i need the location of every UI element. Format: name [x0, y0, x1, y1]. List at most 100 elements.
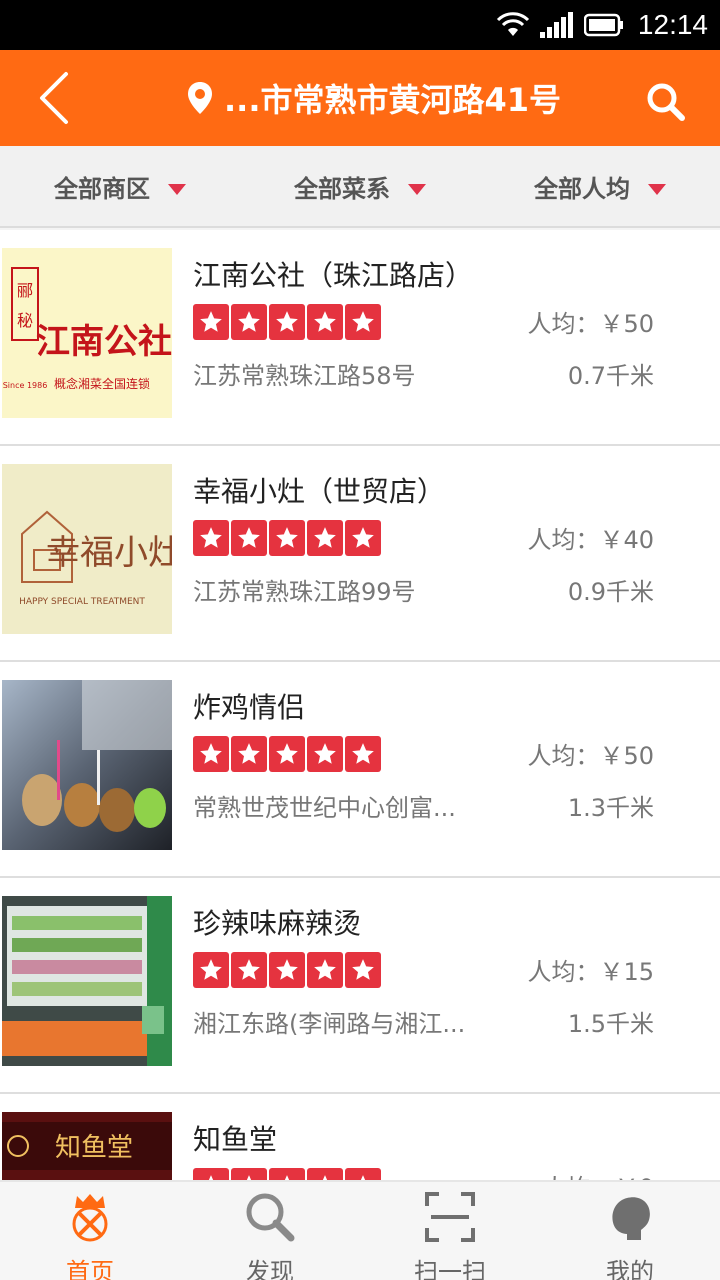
- restaurant-address: 湘江东路(李闸路与湘江...: [193, 1010, 466, 1038]
- tab-label: 扫一扫: [414, 1258, 486, 1280]
- rating-stars: [193, 1168, 381, 1180]
- restaurant-distance: 1.5千米: [567, 1010, 654, 1038]
- clock-text: 12:14: [637, 9, 708, 40]
- logo-text: 江南公社: [36, 322, 172, 362]
- top-app-bar: ...市常熟市黄河路41号: [0, 50, 720, 146]
- star-icon: [269, 736, 305, 772]
- star-icon: [345, 520, 381, 556]
- restaurant-item[interactable]: 幸福小灶 HAPPY SPECIAL TREATMENT 幸福小灶（世贸店） 人…: [0, 446, 720, 662]
- star-icon: [269, 1168, 305, 1180]
- restaurant-logo: 知鱼堂: [2, 1112, 172, 1180]
- star-icon: [193, 952, 229, 988]
- restaurant-item[interactable]: 郦 秘 江南公社 概念湘菜全国连锁 Since 1986 江南公社（珠江路店） …: [0, 230, 720, 446]
- star-icon: [345, 304, 381, 340]
- tab-home[interactable]: 首页: [0, 1182, 180, 1280]
- svg-text:概念湘菜全国连锁: 概念湘菜全国连锁: [54, 376, 150, 391]
- restaurant-address: 常熟世茂世纪中心创富...: [193, 794, 456, 822]
- scan-frame-icon: [422, 1190, 478, 1244]
- back-arrow-icon[interactable]: [28, 68, 88, 128]
- filter-label: 全部菜系: [294, 174, 390, 203]
- star-icon: [307, 520, 343, 556]
- star-icon: [193, 736, 229, 772]
- svg-text:HAPPY SPECIAL TREATMENT: HAPPY SPECIAL TREATMENT: [19, 597, 145, 607]
- price-per-person: 人均：￥50: [527, 742, 654, 770]
- tab-label: 发现: [246, 1258, 294, 1280]
- star-icon: [345, 736, 381, 772]
- price-per-person: 人均：￥50: [527, 310, 654, 338]
- price-per-person: 人均：￥40: [527, 526, 654, 554]
- location-title: ...市常熟市黄河路41号: [224, 81, 562, 119]
- restaurant-distance: 0.7千米: [567, 362, 654, 390]
- location-selector[interactable]: ...市常熟市黄河路41号: [186, 76, 561, 120]
- location-pin-icon: [188, 82, 212, 114]
- restaurant-distance: 0.9千米: [567, 578, 654, 606]
- restaurant-logo: 幸福小灶 HAPPY SPECIAL TREATMENT: [2, 464, 172, 634]
- home-crest-icon: [62, 1190, 118, 1244]
- signal-icon: [539, 12, 573, 38]
- star-icon: [345, 1168, 381, 1180]
- star-icon: [231, 304, 267, 340]
- rating-stars: [193, 952, 381, 988]
- star-icon: [231, 520, 267, 556]
- rating-stars: [193, 304, 381, 340]
- star-icon: [231, 1168, 267, 1180]
- logo-text: 知鱼堂: [55, 1133, 133, 1163]
- restaurant-address: 江苏常熟珠江路58号: [193, 362, 416, 390]
- star-icon: [269, 952, 305, 988]
- restaurant-name: 幸福小灶（世贸店）: [193, 475, 446, 508]
- star-icon: [231, 736, 267, 772]
- profile-head-icon: [602, 1190, 658, 1244]
- battery-icon: [583, 13, 623, 37]
- restaurant-address: 江苏常熟珠江路99号: [193, 578, 416, 606]
- filter-label: 全部商区: [54, 174, 150, 203]
- svg-text:秘: 秘: [17, 311, 33, 330]
- restaurant-photo: [2, 896, 172, 1066]
- tab-label: 首页: [66, 1258, 114, 1280]
- filter-business-area[interactable]: 全部商区: [0, 146, 240, 226]
- search-icon[interactable]: [646, 82, 686, 122]
- restaurant-list[interactable]: 郦 秘 江南公社 概念湘菜全国连锁 Since 1986 江南公社（珠江路店） …: [0, 230, 720, 1180]
- restaurant-name: 知鱼堂: [193, 1123, 278, 1156]
- tab-scan[interactable]: 扫一扫: [360, 1182, 540, 1280]
- restaurant-logo: 郦 秘 江南公社 概念湘菜全国连锁 Since 1986: [2, 248, 172, 418]
- filter-cuisine[interactable]: 全部菜系: [240, 146, 480, 226]
- restaurant-name: 江南公社（珠江路店）: [193, 259, 474, 292]
- dropdown-triangle-icon: [168, 183, 186, 195]
- restaurant-distance: 1.3千米: [567, 794, 654, 822]
- star-icon: [193, 304, 229, 340]
- restaurant-name: 炸鸡情侣: [193, 691, 306, 724]
- restaurant-item[interactable]: 炸鸡情侣 人均：￥50 常熟世茂世纪中心创富... 1.3千米: [0, 662, 720, 878]
- bottom-navigation: 首页 发现 扫一扫 我的: [0, 1180, 720, 1280]
- star-icon: [345, 952, 381, 988]
- wifi-icon: [496, 12, 529, 36]
- magnifier-icon: [242, 1190, 298, 1244]
- star-icon: [193, 1168, 229, 1180]
- logo-text: 幸福小灶: [46, 533, 172, 573]
- star-icon: [307, 736, 343, 772]
- dropdown-triangle-icon: [648, 183, 666, 195]
- star-icon: [307, 304, 343, 340]
- tab-label: 我的: [606, 1258, 654, 1280]
- price-per-person: 人均：￥15: [527, 958, 654, 986]
- tab-profile[interactable]: 我的: [540, 1182, 720, 1280]
- rating-stars: [193, 520, 381, 556]
- filter-bar: 全部商区 全部菜系 全部人均: [0, 146, 720, 228]
- filter-price[interactable]: 全部人均: [480, 146, 720, 226]
- rating-stars: [193, 736, 381, 772]
- restaurant-item[interactable]: 知鱼堂 知鱼堂 人均：￥0: [0, 1094, 720, 1180]
- star-icon: [307, 952, 343, 988]
- dropdown-triangle-icon: [408, 183, 426, 195]
- star-icon: [193, 520, 229, 556]
- status-bar: 12:14: [0, 0, 720, 50]
- restaurant-name: 珍辣味麻辣烫: [193, 907, 362, 940]
- svg-text:郦: 郦: [17, 281, 33, 300]
- restaurant-photo: [2, 680, 172, 850]
- tab-discover[interactable]: 发现: [180, 1182, 360, 1280]
- filter-label: 全部人均: [534, 174, 630, 203]
- star-icon: [231, 952, 267, 988]
- svg-text:Since 1986: Since 1986: [3, 381, 48, 390]
- restaurant-item[interactable]: 珍辣味麻辣烫 人均：￥15 湘江东路(李闸路与湘江... 1.5千米: [0, 878, 720, 1094]
- price-per-person: 人均：￥0: [543, 1168, 654, 1180]
- star-icon: [307, 1168, 343, 1180]
- star-icon: [269, 520, 305, 556]
